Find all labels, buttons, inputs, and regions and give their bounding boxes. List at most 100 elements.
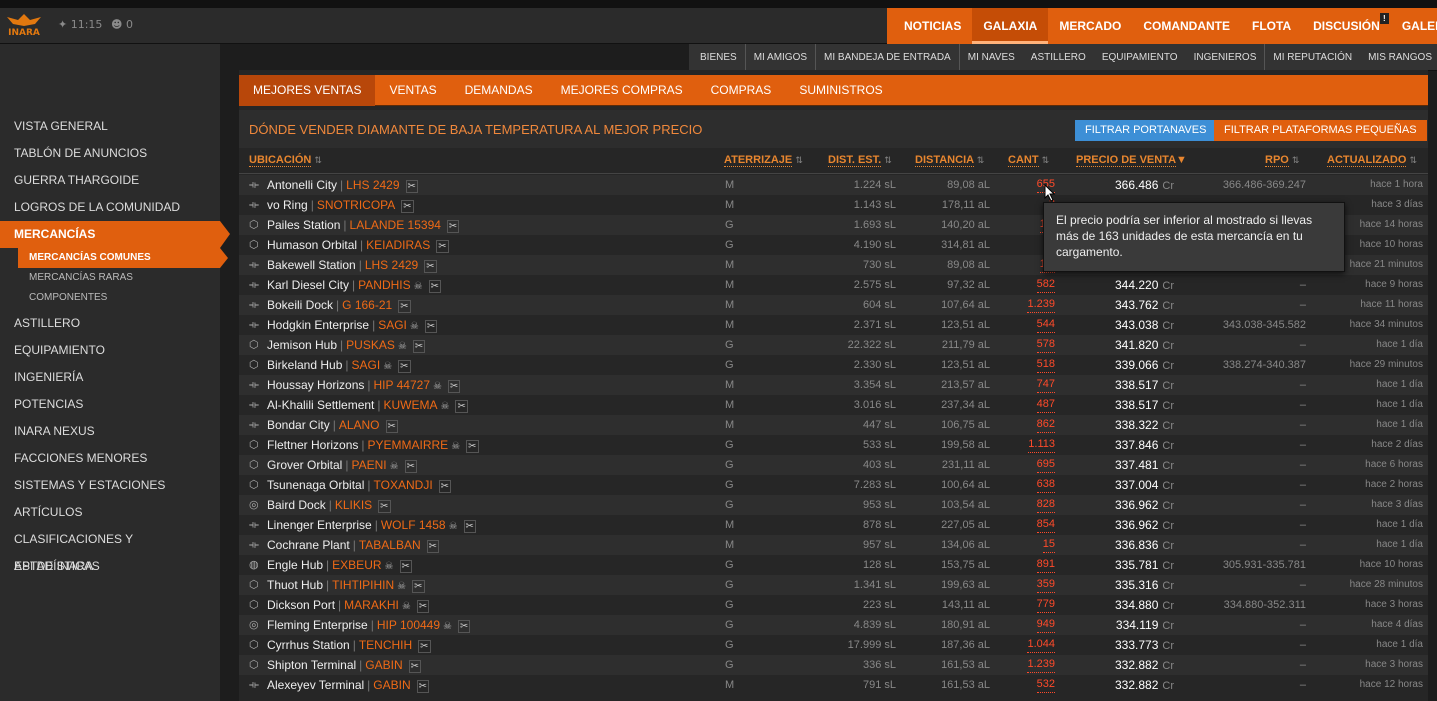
system-name[interactable]: WOLF 1458 [381, 518, 446, 532]
table-row[interactable]: ⬡ Shipton Terminal | GABIN ✂ G 336 sL 161,53 aL… [239, 655, 1428, 675]
col-price-header[interactable]: PRECIO DE VENTA▼ [1076, 154, 1187, 172]
quantity[interactable]: 949 [1036, 616, 1055, 633]
sidebar-item-guerra-thargoide[interactable]: GUERRA THARGOIDE [0, 167, 220, 194]
table-row[interactable]: ⟛ Bokeili Dock | G 166-21 ✂ M 604 sL 107,64 aL 1… [239, 295, 1428, 315]
system-name[interactable]: KEIADIRAS [366, 238, 430, 252]
station-name[interactable]: Hodgkin Enterprise [267, 318, 369, 332]
tab-demandas[interactable]: DEMANDAS [451, 75, 547, 106]
station-name[interactable]: Flettner Horizons [267, 438, 358, 452]
system-name[interactable]: TENCHIH [359, 638, 412, 652]
scissors-icon[interactable]: ✂ [446, 220, 460, 233]
system-name[interactable]: TOXANDJI [374, 478, 433, 492]
quantity[interactable]: 747 [1036, 376, 1055, 393]
scissors-icon[interactable]: ✂ [399, 560, 412, 573]
scissors-icon[interactable]: ✂ [466, 440, 479, 453]
nav-galaxia[interactable]: GALAXIA [972, 8, 1049, 44]
scissors-icon[interactable]: ✂ [405, 180, 418, 193]
table-row[interactable]: ⟛ Al-Khalili Settlement | KUWEMA ☠ ✂ M 3.016 sL… [239, 395, 1428, 415]
table-row[interactable]: ⬡ Thuot Hub | TIHTIPIHIN ☠ ✂ G 1.341 sL 199,63 a… [239, 575, 1428, 595]
station-name[interactable]: Bondar City [267, 418, 330, 432]
station-name[interactable]: Fleming Enterprise [267, 618, 368, 632]
table-row[interactable]: ⟛ Antonelli City | LHS 2429 ✂ M 1.224 sL 89,08 … [239, 175, 1428, 195]
quantity[interactable]: 1.113 [1028, 436, 1055, 453]
station-name[interactable]: Shipton Terminal [267, 658, 356, 672]
quantity[interactable]: 532 [1036, 676, 1055, 693]
scissors-icon[interactable]: ✂ [463, 520, 476, 533]
sidebar-subitem-componentes[interactable]: COMPONENTES [18, 288, 220, 308]
sidebar-item-clasificaciones[interactable]: CLASIFICACIONES Y ESTADÍSTICAS [0, 526, 220, 573]
subnav-mi-amigos[interactable]: MI AMIGOS [746, 44, 817, 71]
scissors-icon[interactable]: ✂ [424, 260, 437, 273]
quantity[interactable]: 638 [1036, 476, 1055, 493]
system-name[interactable]: SAGI [352, 358, 381, 372]
nav-mercado[interactable]: MERCADO [1048, 8, 1132, 44]
station-name[interactable]: Linenger Enterprise [267, 518, 372, 532]
quantity[interactable]: 582 [1036, 276, 1055, 293]
system-name[interactable]: KUWEMA [384, 398, 438, 412]
scissors-icon[interactable]: ✂ [418, 640, 431, 653]
users-status[interactable]: ☻ 0 [111, 18, 133, 31]
table-row[interactable]: ⬡ Flettner Horizons | PYEMMAIRRE ☠ ✂ G 533 sL 19… [239, 435, 1428, 455]
table-row[interactable]: ⬡ Birkeland Hub | SAGI ☠ ✂ G 2.330 sL 123,51 aL 5… [239, 355, 1428, 375]
subnav-reputacion[interactable]: MI REPUTACIÓN [1265, 44, 1360, 71]
quantity[interactable]: 779 [1036, 596, 1055, 613]
sidebar-item-facciones[interactable]: FACCIONES MENORES [0, 445, 220, 472]
quantity[interactable]: 828 [1036, 496, 1055, 513]
station-name[interactable]: Thuot Hub [267, 578, 323, 592]
scissors-icon[interactable]: ✂ [412, 580, 425, 593]
filter-small-pads-button[interactable]: FILTRAR PLATAFORMAS PEQUEÑAS [1214, 120, 1427, 141]
col-rpo-header[interactable]: RPO ⇅ [1265, 154, 1299, 172]
sidebar-subitem-comunes[interactable]: MERCANCÍAS COMUNES [18, 248, 228, 268]
station-name[interactable]: Engle Hub [267, 558, 323, 572]
scissors-icon[interactable]: ✂ [408, 660, 422, 673]
system-name[interactable]: SNOTRICOPA [317, 198, 395, 212]
system-name[interactable]: PYEMMAIRRE [368, 438, 449, 452]
scissors-icon[interactable]: ✂ [412, 340, 426, 353]
quantity[interactable]: 1.239 [1027, 296, 1055, 313]
sidebar-item-equipamiento[interactable]: EQUIPAMIENTO [0, 337, 220, 364]
system-name[interactable]: LHS 2429 [365, 258, 418, 272]
quantity[interactable]: 891 [1036, 556, 1055, 573]
sidebar-item-sistemas[interactable]: SISTEMAS Y ESTACIONES [0, 472, 220, 499]
system-name[interactable]: KLIKIS [335, 498, 372, 512]
system-name[interactable]: PANDHIS [358, 278, 410, 292]
system-name[interactable]: TABALBAN [359, 538, 421, 552]
scissors-icon[interactable]: ✂ [404, 460, 417, 473]
scissors-icon[interactable]: ✂ [426, 540, 440, 553]
station-name[interactable]: Cochrane Plant [267, 538, 350, 552]
scissors-icon[interactable]: ✂ [438, 480, 452, 493]
station-name[interactable]: Al-Khalili Settlement [267, 398, 374, 412]
sidebar-item-ingenieria[interactable]: INGENIERÍA [0, 364, 220, 391]
subnav-rangos[interactable]: MIS RANGOS [1360, 44, 1437, 71]
tab-mejores-ventas[interactable]: MEJORES VENTAS [239, 75, 376, 106]
nav-comandante[interactable]: COMANDANTE [1132, 8, 1241, 44]
station-name[interactable]: Birkeland Hub [267, 358, 342, 372]
system-name[interactable]: PUSKAS [346, 338, 395, 352]
quantity[interactable]: 862 [1036, 416, 1055, 433]
table-row[interactable]: ⟛ Linenger Enterprise | WOLF 1458 ☠ ✂ M 878 sL 2… [239, 515, 1428, 535]
scissors-icon[interactable]: ✂ [436, 240, 449, 253]
subnav-mi-naves[interactable]: MI NAVES [960, 44, 1023, 71]
station-name[interactable]: Baird Dock [267, 498, 326, 512]
quantity[interactable]: 1.239 [1027, 656, 1055, 673]
subnav-astillero[interactable]: ASTILLERO [1023, 44, 1094, 71]
scissors-icon[interactable]: ✂ [416, 600, 430, 613]
table-row[interactable]: ◎ Baird Dock | KLIKIS ✂ G 953 sL 103,54 aL 828 33… [239, 495, 1428, 515]
col-landing-header[interactable]: ATERRIZAJE ⇅ [724, 154, 803, 172]
scissors-icon[interactable]: ✂ [424, 320, 438, 333]
table-row[interactable]: ⟛ Karl Diesel City | PANDHIS ☠ ✂ M 2.575 sL 97,3… [239, 275, 1428, 295]
table-row[interactable]: ⬡ Cyrrhus Station | TENCHIH ✂ G 17.999 sL 187,3… [239, 635, 1428, 655]
system-name[interactable]: PAENI [351, 458, 386, 472]
subnav-bienes[interactable]: BIENES [692, 44, 746, 71]
table-row[interactable]: ⟛ Cochrane Plant | TABALBAN ✂ M 957 sL 134,06 a… [239, 535, 1428, 555]
station-name[interactable]: Pailes Station [267, 218, 340, 232]
scissors-icon[interactable]: ✂ [455, 400, 468, 413]
quantity[interactable]: 359 [1036, 576, 1055, 593]
col-qty-header[interactable]: CANT ⇅ [1008, 154, 1049, 172]
scissors-icon[interactable]: ✂ [398, 300, 411, 313]
table-row[interactable]: ⟛ Houssay Horizons | HIP 44727 ☠ ✂ M 3.354 sL 21… [239, 375, 1428, 395]
station-name[interactable]: vo Ring [267, 198, 308, 212]
system-name[interactable]: MARAKHI [344, 598, 399, 612]
table-row[interactable]: ⬡ Grover Orbital | PAENI ☠ ✂ G 403 sL 231,11 aL 6… [239, 455, 1428, 475]
table-row[interactable]: ⟛ Bondar City | ALANO ✂ M 447 sL 106,75 aL 862 33… [239, 415, 1428, 435]
